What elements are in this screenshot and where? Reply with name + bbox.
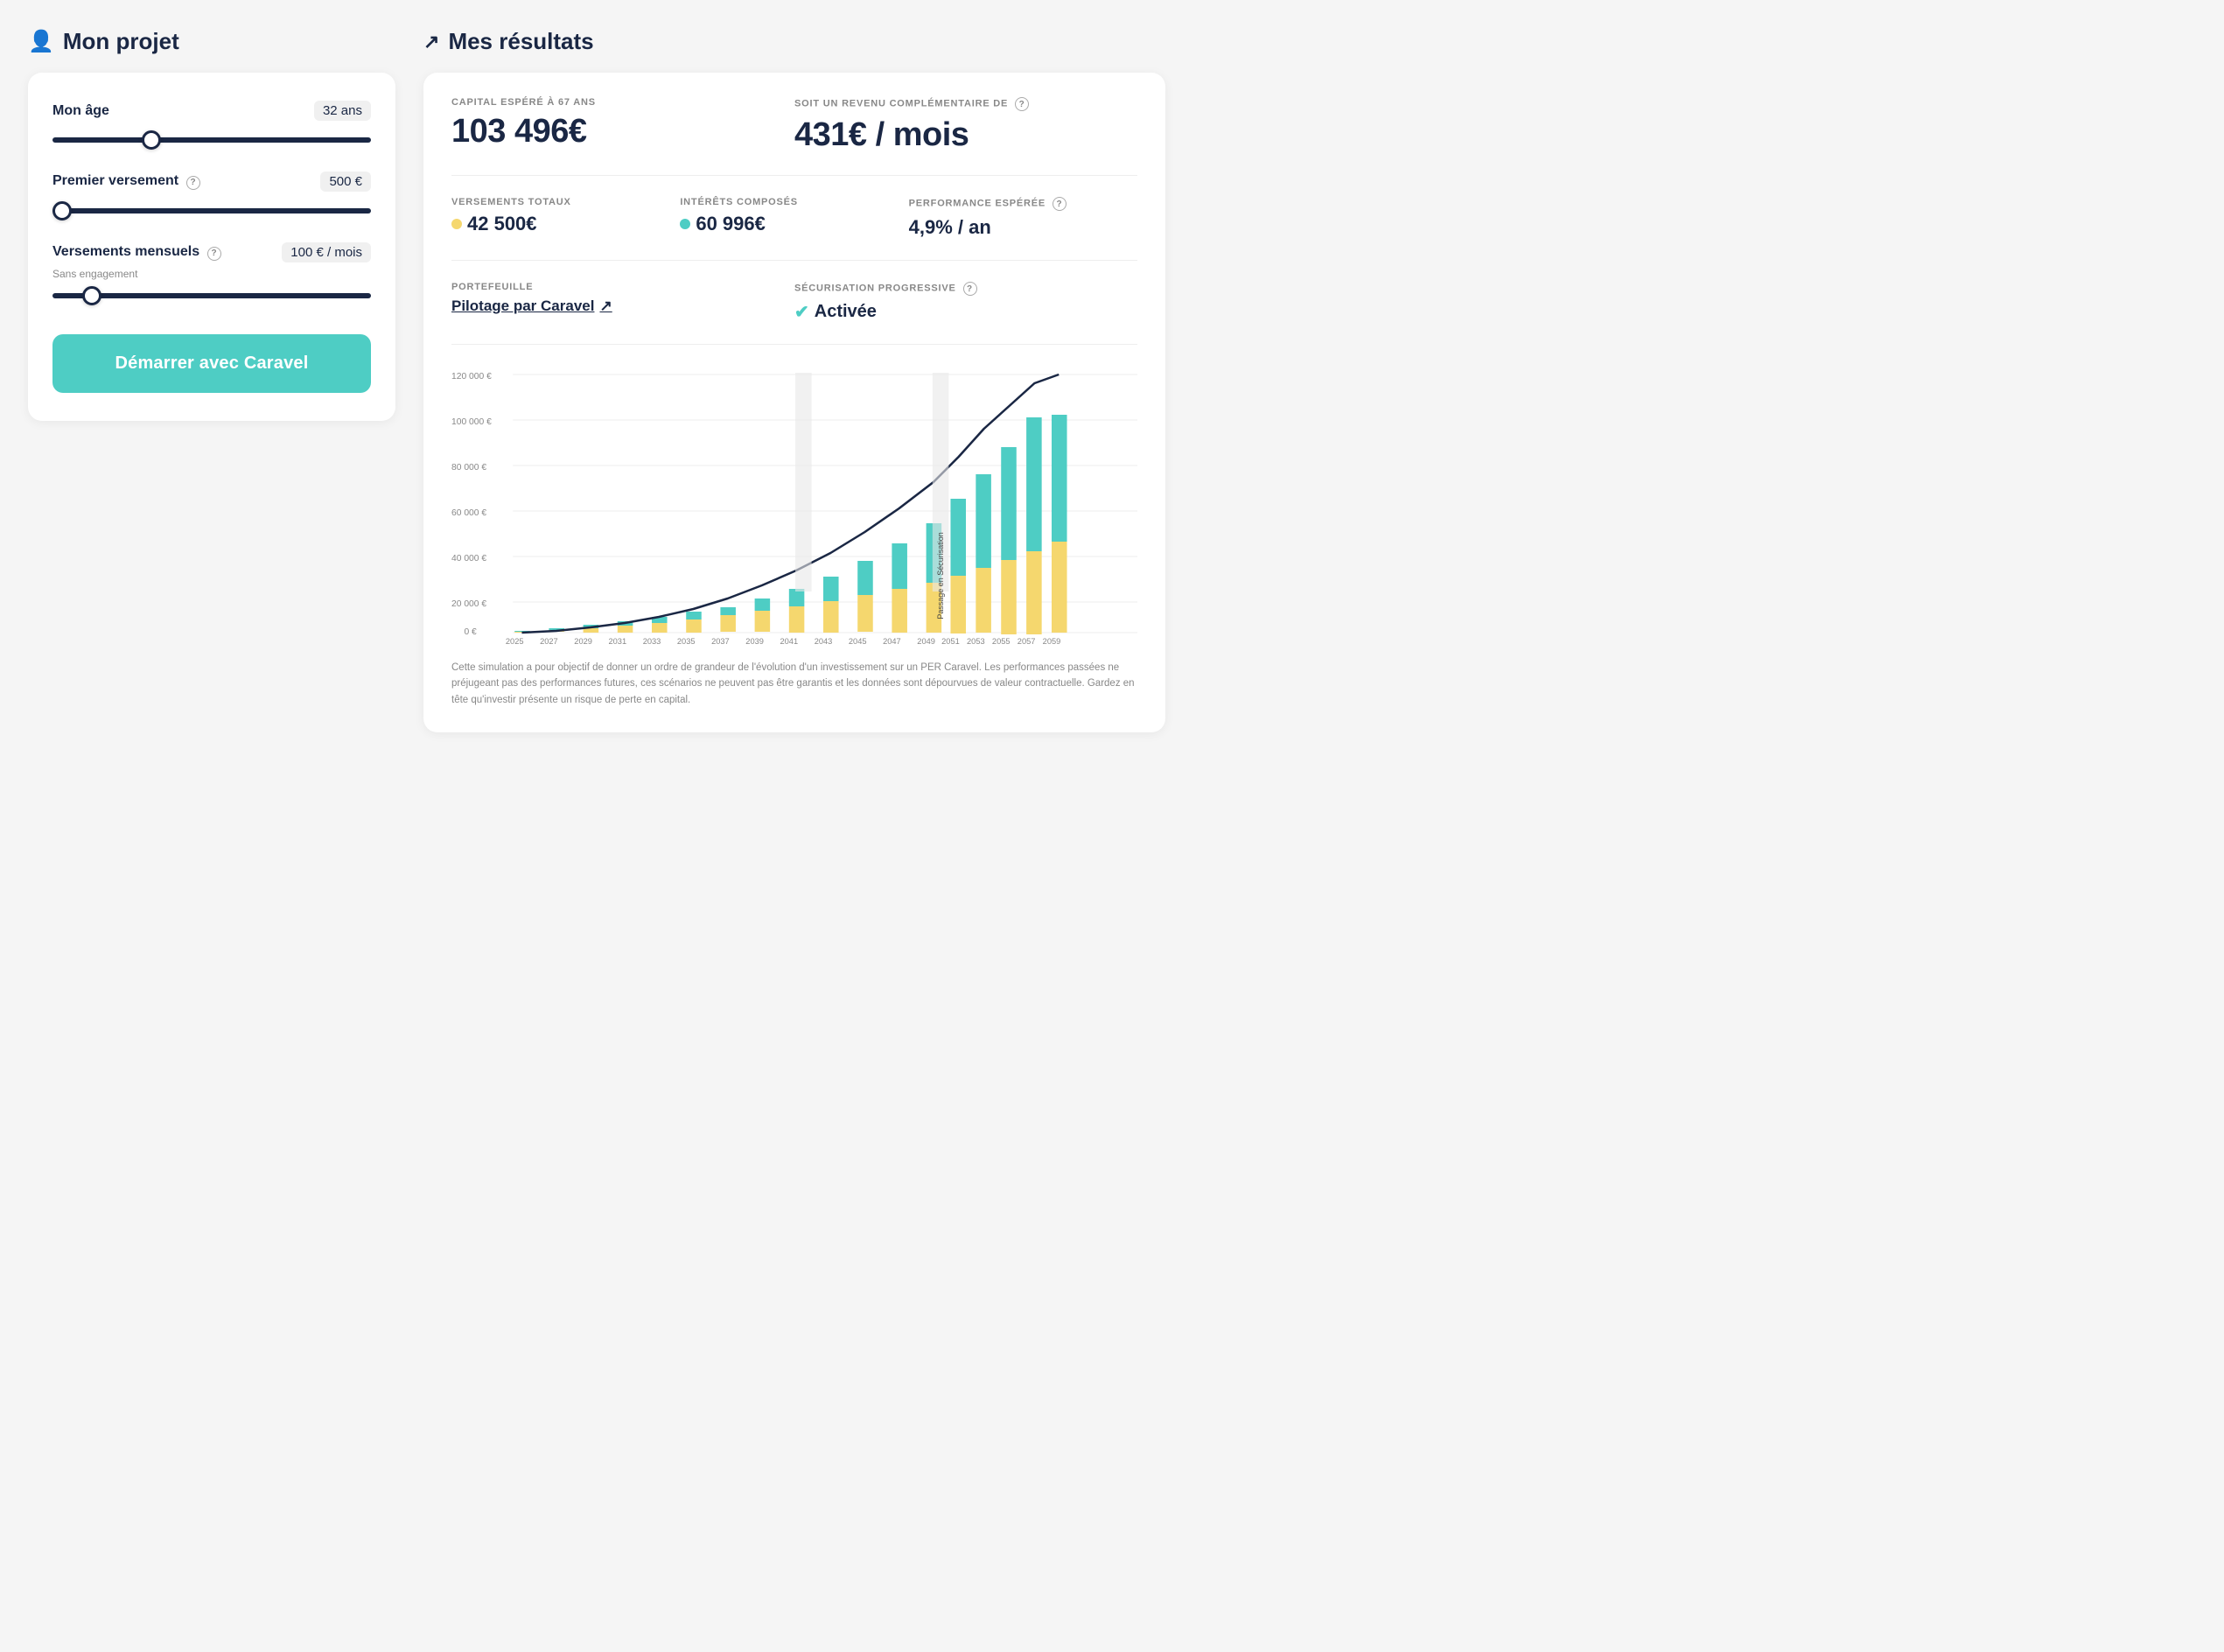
capital-value: 103 496€ [451,113,794,150]
teal-dot [680,219,690,229]
svg-text:0 €: 0 € [464,627,477,637]
perf-label: PERFORMANCE ESPÉRÉE ? [909,197,1137,211]
revenu-block: SOIT UN REVENU COMPLÉMENTAIRE DE ? 431€ … [794,97,1137,154]
svg-text:2053: 2053 [967,637,985,646]
svg-text:2037: 2037 [711,637,730,646]
results-card: CAPITAL ESPÉRÉ À 67 ANS 103 496€ SOIT UN… [423,73,1165,732]
versements-block: VERSEMENTS TOTAUX 42 500€ [451,197,680,239]
svg-text:2035: 2035 [677,637,696,646]
svg-text:2047: 2047 [883,637,901,646]
versements-label: VERSEMENTS TOTAUX [451,197,680,207]
svg-text:2051: 2051 [941,637,960,646]
svg-text:2027: 2027 [540,637,558,646]
perf-help-icon[interactable]: ? [1053,197,1067,211]
svg-text:80 000 €: 80 000 € [451,463,486,472]
age-value: 32 ans [314,101,371,121]
svg-text:100 000 €: 100 000 € [451,417,492,427]
right-panel: ↗ Mes résultats CAPITAL ESPÉRÉ À 67 ANS … [423,28,1165,732]
right-section-header: ↗ Mes résultats [423,28,1165,55]
svg-text:2029: 2029 [574,637,592,646]
portfolio-block: PORTEFEUILLE Pilotage par Caravel ↗ [451,282,794,323]
premier-versement-help-icon[interactable]: ? [186,176,200,190]
age-label-row: Mon âge 32 ans [52,101,371,121]
svg-text:60 000 €: 60 000 € [451,508,486,518]
premier-versement-label-row: Premier versement ? 500 € [52,172,371,192]
premier-versement-slider[interactable] [52,208,371,214]
svg-text:2033: 2033 [643,637,661,646]
versements-mensuels-slider-group: Versements mensuels ? 100 € / mois Sans … [52,242,371,303]
trend-icon: ↗ [423,31,439,53]
yellow-dot [451,219,462,229]
svg-text:Passage en Sécurisation: Passage en Sécurisation [936,532,945,619]
svg-text:2049: 2049 [917,637,935,646]
svg-text:20 000 €: 20 000 € [451,599,486,609]
perf-mid-value: 4,9% / an [909,216,1137,239]
revenu-value: 431€ / mois [794,116,1137,154]
secu-help-icon[interactable]: ? [963,282,977,296]
svg-text:2025: 2025 [506,637,524,646]
versements-mensuels-value: 100 € / mois [282,242,371,262]
start-button[interactable]: Démarrer avec Caravel [52,334,371,393]
person-icon: 👤 [28,29,54,54]
stats-mid: VERSEMENTS TOTAUX 42 500€ INTÉRÊTS COMPO… [451,197,1137,261]
interets-label: INTÉRÊTS COMPOSÉS [680,197,908,207]
versements-mensuels-label: Versements mensuels ? [52,244,221,261]
capital-block: CAPITAL ESPÉRÉ À 67 ANS 103 496€ [451,97,794,154]
stats-bottom: PORTEFEUILLE Pilotage par Caravel ↗ SÉCU… [451,282,1137,345]
left-section-header: 👤 Mon projet [28,28,395,55]
left-panel: 👤 Mon projet Mon âge 32 ans Premier vers… [28,28,395,732]
versements-mensuels-label-row: Versements mensuels ? 100 € / mois [52,242,371,262]
revenu-help-icon[interactable]: ? [1015,97,1029,111]
portfolio-label: PORTEFEUILLE [451,282,794,292]
capital-label: CAPITAL ESPÉRÉ À 67 ANS [451,97,794,108]
right-section-title: Mes résultats [448,28,593,55]
chart-container: 120 000 € 100 000 € 80 000 € 60 000 € 40… [451,366,1137,646]
versements-mensuels-help-icon[interactable]: ? [207,247,221,261]
versements-mid-value: 42 500€ [451,213,680,235]
check-icon: ✔ [794,301,809,323]
svg-text:40 000 €: 40 000 € [451,554,486,564]
svg-text:2057: 2057 [1018,637,1036,646]
interets-block: INTÉRÊTS COMPOSÉS 60 996€ [680,197,908,239]
premier-versement-label: Premier versement ? [52,173,200,190]
premier-versement-value: 500 € [320,172,371,192]
stats-top: CAPITAL ESPÉRÉ À 67 ANS 103 496€ SOIT UN… [451,97,1137,176]
activated-badge: ✔ Activée [794,301,1137,323]
chart-svg: 120 000 € 100 000 € 80 000 € 60 000 € 40… [451,366,1137,646]
age-label: Mon âge [52,103,109,119]
age-slider[interactable] [52,137,371,143]
svg-text:2043: 2043 [815,637,833,646]
versements-sublabel: Sans engagement [52,268,371,280]
interets-mid-value: 60 996€ [680,213,908,235]
left-section-title: Mon projet [63,28,179,55]
disclaimer: Cette simulation a pour objectif de donn… [451,660,1137,708]
svg-text:120 000 €: 120 000 € [451,372,492,382]
svg-text:2041: 2041 [780,637,798,646]
external-link-icon: ↗ [599,298,612,315]
svg-text:2031: 2031 [608,637,626,646]
svg-text:2055: 2055 [992,637,1011,646]
revenu-label: SOIT UN REVENU COMPLÉMENTAIRE DE ? [794,97,1137,111]
secu-block: SÉCURISATION PROGRESSIVE ? ✔ Activée [794,282,1137,323]
svg-text:2059: 2059 [1043,637,1061,646]
main-layout: 👤 Mon projet Mon âge 32 ans Premier vers… [28,28,1165,732]
secu-label: SÉCURISATION PROGRESSIVE ? [794,282,1137,296]
svg-text:2039: 2039 [745,637,764,646]
age-slider-group: Mon âge 32 ans [52,101,371,147]
perf-block: PERFORMANCE ESPÉRÉE ? 4,9% / an [909,197,1137,239]
premier-versement-slider-group: Premier versement ? 500 € [52,172,371,218]
versements-mensuels-slider[interactable] [52,293,371,298]
svg-text:2045: 2045 [849,637,867,646]
project-card: Mon âge 32 ans Premier versement ? 500 € [28,73,395,421]
portfolio-link[interactable]: Pilotage par Caravel ↗ [451,298,794,315]
